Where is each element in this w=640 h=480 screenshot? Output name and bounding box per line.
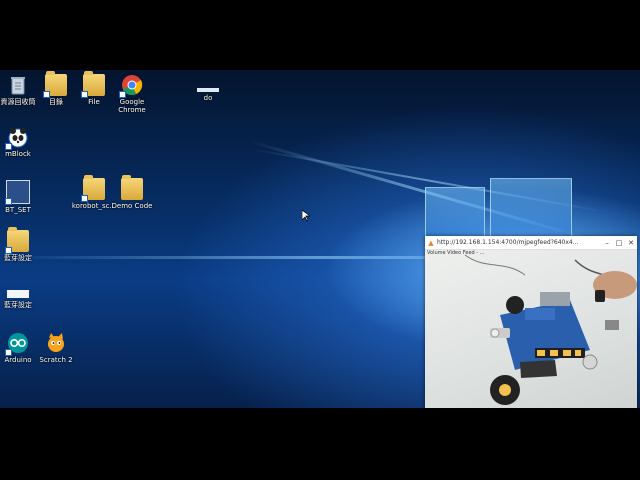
warning-icon: ▲ <box>428 238 434 247</box>
folder-icon <box>121 175 143 200</box>
desktop-icon-bt-set[interactable]: BT_SET <box>0 180 48 214</box>
windows-logo-pane <box>490 178 572 244</box>
icon-label: mBlock <box>5 150 31 158</box>
mjpeg-browser-window[interactable]: ▲ http://192.168.1.154:4700/mjpegfeed?64… <box>425 236 637 408</box>
close-button[interactable]: ✕ <box>625 239 637 247</box>
maximize-button[interactable]: □ <box>613 239 625 247</box>
desktop-icon-scratch2[interactable]: Scratch 2 <box>26 332 86 364</box>
desktop-icon-google-chrome[interactable]: Google Chrome <box>102 74 162 114</box>
chrome-icon <box>119 74 143 98</box>
robot-car-image <box>464 254 637 405</box>
icon-label: 藍芽設定 <box>4 254 32 262</box>
blank-file-icon <box>7 290 29 298</box>
icon-label: BT_SET <box>5 206 31 214</box>
camera-feed: Volume Video Feed - ... <box>425 250 637 408</box>
browser-titlebar[interactable]: ▲ http://192.168.1.154:4700/mjpegfeed?64… <box>425 236 637 250</box>
mouse-cursor-icon <box>302 210 310 222</box>
folder-icon <box>5 227 29 254</box>
icon-label: 藍芽設定 <box>4 301 32 309</box>
desktop-icon-demo-code[interactable]: Demo Code <box>102 175 162 210</box>
scratch-cat-icon <box>45 332 67 354</box>
icon-label: do <box>203 94 213 102</box>
desktop-icon-mblock[interactable]: mBlock <box>0 126 48 158</box>
minimize-button[interactable]: – <box>601 239 613 247</box>
icon-label: Google Chrome <box>118 98 146 114</box>
desktop-icon-folder-b1[interactable]: 藍芽設定 <box>0 227 48 262</box>
icon-label: Demo Code <box>111 202 153 210</box>
app-window-icon <box>5 180 30 205</box>
icon-label: Scratch 2 <box>39 356 73 364</box>
desktop-icon-do[interactable]: do <box>178 88 238 102</box>
blank-file-icon <box>197 88 219 92</box>
mblock-panda-icon <box>5 126 29 150</box>
desktop-icon-blank-b2[interactable]: 藍芽設定 <box>0 290 48 309</box>
url-text[interactable]: http://192.168.1.154:4700/mjpegfeed?640x… <box>437 239 601 246</box>
